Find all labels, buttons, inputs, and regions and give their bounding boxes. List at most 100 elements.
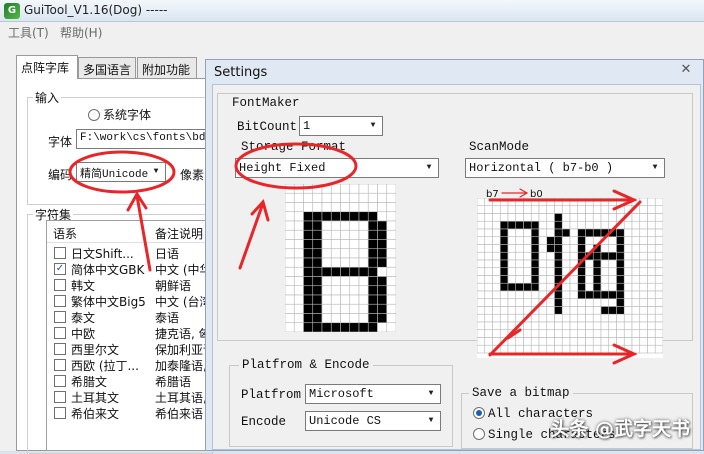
row-note: 希腊语 — [155, 375, 192, 389]
scanmode-value: Horizontal ( b7-b0 ) — [469, 161, 614, 175]
row-note: 土耳其语, — [155, 391, 207, 405]
row-language: 西里尔文 — [71, 343, 120, 357]
row-language: 西欧 (拉丁... — [71, 359, 139, 373]
tab-bitmap-font[interactable]: 点阵字库 — [16, 55, 78, 79]
checkbox-icon[interactable] — [54, 391, 66, 403]
font-path-field[interactable]: F:\work\cs\fonts\bdf\ — [76, 129, 216, 149]
row-language: 土耳其文 — [71, 391, 120, 405]
row-note: 日语 — [155, 247, 180, 261]
chevron-down-icon: ▼ — [426, 163, 432, 172]
row-language: 韩文 — [71, 279, 96, 293]
menu-bar: 工具(T) 帮助(H) — [0, 22, 704, 42]
tab-extra-functions[interactable]: 附加功能 — [137, 57, 197, 79]
chevron-down-icon: ▼ — [370, 121, 376, 130]
platform-label: Platfrom — [241, 388, 302, 402]
watermark: 头条 @武字天书 — [550, 418, 690, 440]
radio-system-font[interactable]: 系统字体 — [88, 106, 151, 123]
menu-help[interactable]: 帮助(H) — [60, 24, 102, 41]
radio-icon — [473, 428, 485, 440]
scanmode-select[interactable]: Horizontal ( b7-b0 ) ▼ — [465, 158, 665, 178]
storage-format-value: Height Fixed — [239, 161, 326, 175]
checkbox-icon[interactable]: ✓ — [54, 263, 66, 275]
platform-groupbox — [229, 365, 453, 447]
row-language: 中欧 — [71, 327, 96, 341]
checkbox-icon[interactable] — [54, 279, 66, 291]
table-row[interactable]: 日文Shift... 日语 — [47, 245, 215, 261]
scanmode-preview — [477, 198, 663, 358]
row-note: 泰语 — [155, 311, 180, 325]
row-language: 繁体中文Big5 — [71, 295, 146, 309]
table-row[interactable]: 西里尔文 保加利亚语 — [47, 341, 215, 357]
storage-format-select[interactable]: Height Fixed ▼ — [235, 158, 439, 178]
scanmode-label: ScanMode — [469, 140, 530, 154]
checkbox-icon[interactable] — [54, 407, 66, 419]
row-language: 简体中文GBK — [71, 263, 145, 277]
encoding-label: 编码 — [48, 168, 73, 182]
table-row[interactable]: 繁体中文Big5 中文 (台湾 — [47, 293, 215, 309]
checkbox-icon[interactable] — [54, 375, 66, 387]
table-row[interactable]: 希腊文 希腊语 — [47, 373, 215, 389]
row-note: 希伯来语 — [155, 407, 204, 421]
input-group-label: 输入 — [33, 89, 62, 106]
charset-list[interactable]: 语系 备注说明 日文Shift... 日语 ✓ 简体中文GBK 中文 (中华韩文 朝鲜语繁… — [46, 220, 216, 451]
chevron-down-icon: ▼ — [153, 167, 159, 176]
table-row[interactable]: 西欧 (拉丁... 加泰隆语, — [47, 357, 215, 373]
checkbox-icon[interactable] — [54, 295, 66, 307]
platform-value: Microsoft — [309, 387, 374, 401]
row-note: 捷克语, 匈 — [155, 327, 211, 341]
pixel-label: 像素 — [180, 168, 205, 182]
radio-system-font-label: 系统字体 — [103, 108, 152, 122]
row-note: 朝鲜语 — [155, 279, 192, 293]
table-row[interactable]: 泰文 泰语 — [47, 309, 215, 325]
checkbox-icon[interactable] — [54, 359, 66, 371]
settings-body: FontMaker BitCount 1 ▼ Storage Format He… — [212, 84, 701, 450]
radio-icon — [473, 407, 485, 419]
settings-title: Settings — [214, 65, 268, 80]
settings-dialog: Settings ✕ FontMaker BitCount 1 ▼ Storag… — [205, 59, 704, 451]
bitcount-select[interactable]: 1 ▼ — [299, 116, 383, 136]
save-bitmap-group-label: Save a bitmap — [469, 386, 573, 400]
table-row[interactable]: ✓ 简体中文GBK 中文 (中华 — [47, 261, 215, 277]
bitcount-label: BitCount — [237, 120, 298, 134]
platform-group-label: Platfrom & Encode — [239, 358, 373, 372]
encoding-select-value: 精简Unicode — [80, 169, 149, 181]
checkbox-icon[interactable] — [54, 343, 66, 355]
row-language: 希伯来文 — [71, 407, 120, 421]
radio-icon — [88, 109, 100, 121]
row-language: 日文Shift... — [71, 247, 134, 261]
row-language: 泰文 — [71, 311, 96, 325]
fontmaker-group-label: FontMaker — [229, 96, 303, 110]
table-row[interactable]: 希伯来文 希伯来语 — [47, 405, 215, 421]
checkbox-icon[interactable] — [54, 327, 66, 339]
checkbox-icon[interactable] — [54, 247, 66, 259]
checkbox-icon[interactable] — [54, 311, 66, 323]
chevron-down-icon: ▼ — [428, 416, 434, 425]
row-note: 中文 (中华 — [155, 263, 212, 277]
chevron-down-icon: ▼ — [652, 163, 658, 172]
tab-multilanguage[interactable]: 多国语言 — [78, 57, 136, 79]
table-row[interactable]: 土耳其文 土耳其语, — [47, 389, 215, 405]
window-title: GuiTool_V1.16(Dog) ----- — [24, 3, 168, 17]
encode-value: Unicode CS — [309, 414, 382, 428]
menu-tools[interactable]: 工具(T) — [8, 24, 49, 41]
platform-select[interactable]: Microsoft ▼ — [305, 384, 441, 404]
row-language: 希腊文 — [71, 375, 108, 389]
bitcount-value: 1 — [303, 119, 311, 133]
chevron-down-icon: ▼ — [428, 389, 434, 398]
column-header-language[interactable]: 语系 — [53, 225, 77, 242]
glyph-preview-b — [285, 184, 396, 332]
column-header-note[interactable]: 备注说明 — [155, 225, 203, 242]
font-label: 字体 — [48, 135, 73, 149]
close-icon[interactable]: ✕ — [675, 62, 697, 80]
row-note: 中文 (台湾 — [155, 295, 212, 309]
encode-select[interactable]: Unicode CS ▼ — [305, 411, 441, 431]
encoding-select[interactable]: 精简Unicode ▼ — [76, 162, 166, 182]
charset-list-header: 语系 备注说明 — [47, 221, 215, 243]
table-row[interactable]: 韩文 朝鲜语 — [47, 277, 215, 293]
app-icon: G — [4, 3, 20, 19]
title-bar[interactable]: G GuiTool_V1.16(Dog) ----- — [0, 0, 704, 22]
storage-format-label: Storage Format — [241, 140, 347, 154]
row-note: 加泰隆语, — [155, 359, 207, 373]
encode-label: Encode — [241, 415, 287, 429]
table-row[interactable]: 中欧 捷克语, 匈 — [47, 325, 215, 341]
